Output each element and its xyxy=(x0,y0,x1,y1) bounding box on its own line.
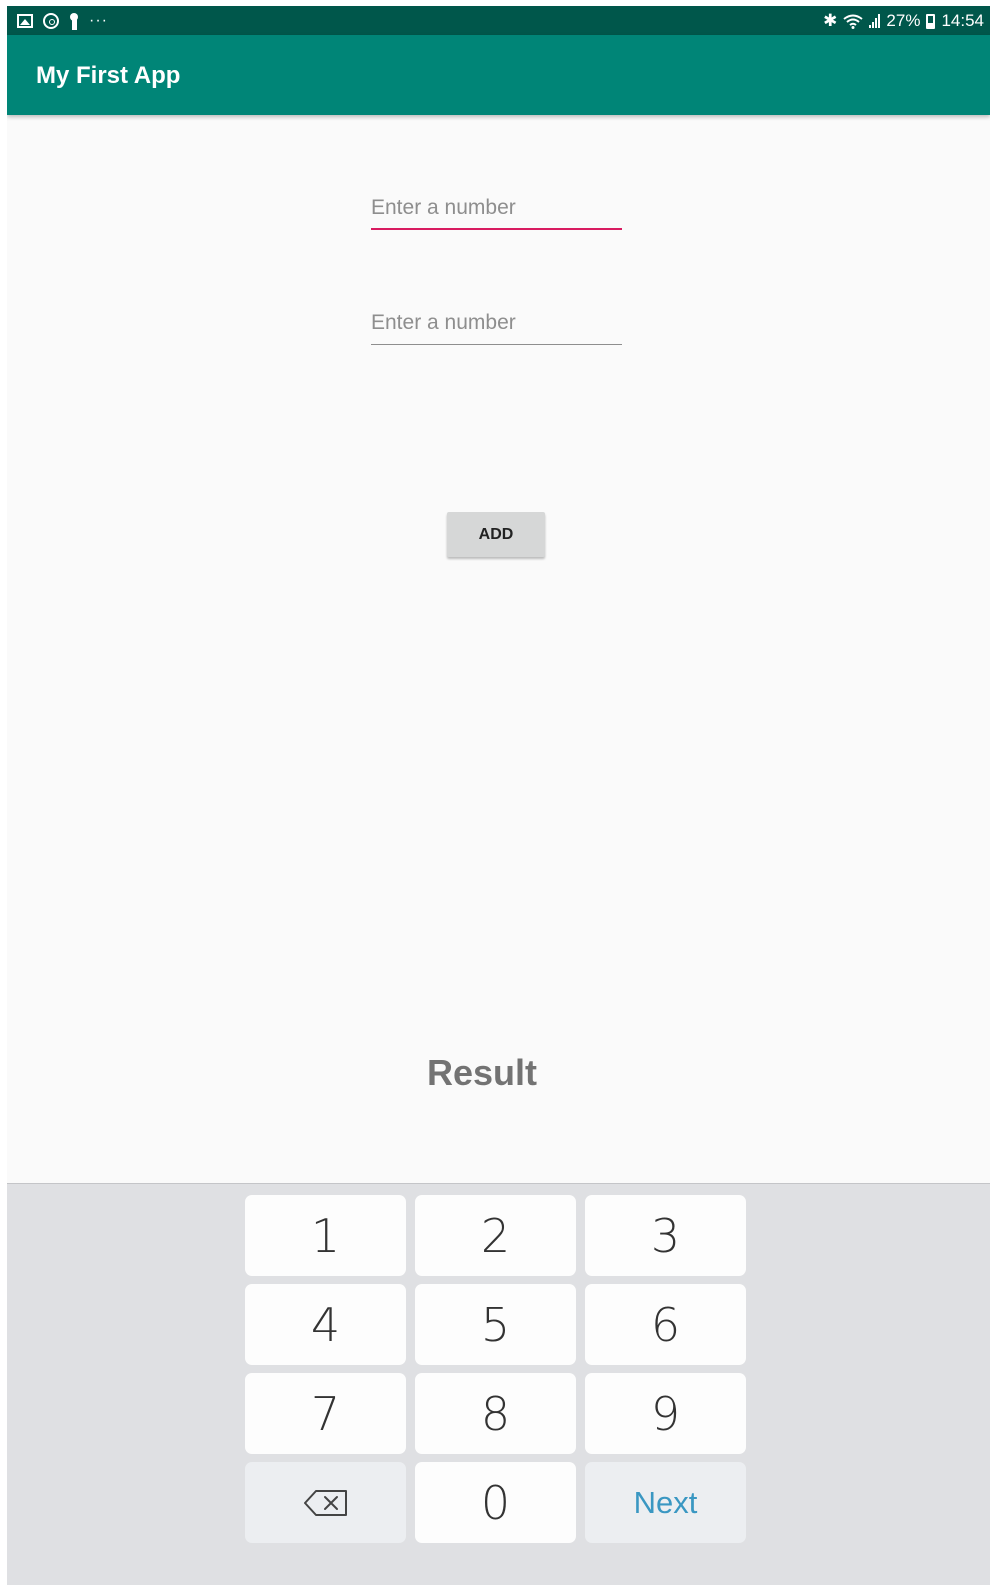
keyhole-icon xyxy=(69,13,79,30)
backspace-icon xyxy=(303,1489,347,1516)
battery-percent: 27% xyxy=(886,11,921,30)
second-number-placeholder: Enter a number xyxy=(371,311,516,334)
sync-icon xyxy=(43,13,59,29)
key-7[interactable]: 7 xyxy=(245,1373,406,1454)
app-bar: My First App xyxy=(7,35,990,115)
key-9[interactable]: 9 xyxy=(585,1373,746,1454)
wifi-icon xyxy=(843,14,864,29)
first-number-placeholder: Enter a number xyxy=(371,196,516,219)
key-6[interactable]: 6 xyxy=(585,1284,746,1365)
add-button[interactable]: ADD xyxy=(447,512,545,557)
key-5[interactable]: 5 xyxy=(415,1284,576,1365)
key-0[interactable]: 0 xyxy=(415,1462,576,1543)
key-1[interactable]: 1 xyxy=(245,1195,406,1276)
next-key[interactable]: Next xyxy=(585,1462,746,1543)
key-3[interactable]: 3 xyxy=(585,1195,746,1276)
signal-icon xyxy=(869,14,881,28)
key-2[interactable]: 2 xyxy=(415,1195,576,1276)
numeric-keyboard: 1 2 3 4 5 6 7 8 9 0 Next xyxy=(7,1183,990,1585)
first-number-input[interactable]: Enter a number xyxy=(371,190,622,230)
key-8[interactable]: 8 xyxy=(415,1373,576,1454)
clock: 14:54 xyxy=(941,11,984,30)
bluetooth-icon: ✱ xyxy=(823,11,838,30)
battery-icon xyxy=(926,13,936,29)
app-title: My First App xyxy=(36,62,181,89)
first-number-underline xyxy=(371,228,622,230)
app-screen: ··· ✱ 27% 14:54 My First App Enter a num… xyxy=(7,6,990,1585)
key-4[interactable]: 4 xyxy=(245,1284,406,1365)
result-label: Result xyxy=(427,1052,538,1093)
status-bar: ··· ✱ 27% 14:54 xyxy=(7,6,990,35)
overflow-dots: ··· xyxy=(89,12,108,29)
second-number-input[interactable]: Enter a number xyxy=(371,305,622,345)
second-number-underline xyxy=(371,344,622,345)
gallery-icon xyxy=(17,14,33,28)
backspace-key[interactable] xyxy=(245,1462,406,1543)
